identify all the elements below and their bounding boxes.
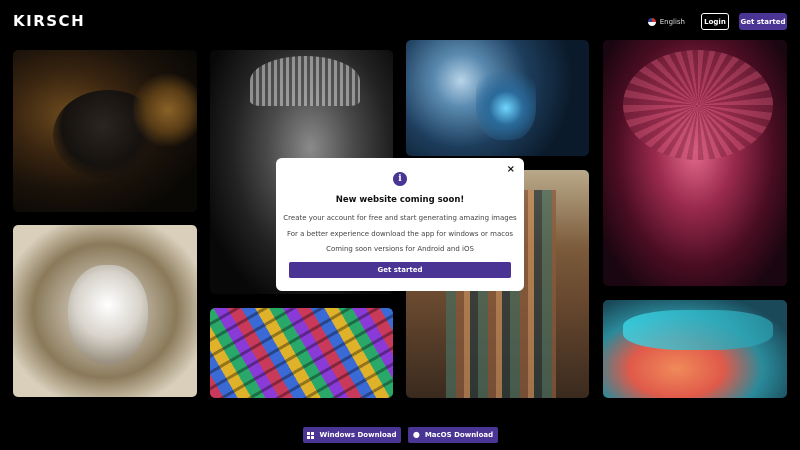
gallery-image-bee: [13, 50, 197, 212]
close-icon[interactable]: ×: [507, 164, 515, 176]
apple-icon: ●: [412, 430, 420, 439]
modal-text-line: For a better experience download the app…: [286, 230, 514, 238]
gallery-image-geisha: [603, 40, 787, 286]
macos-download-label: MacOS Download: [424, 431, 494, 439]
windows-download-button[interactable]: Windows Download: [303, 427, 401, 443]
gallery-image-knight: [406, 40, 589, 156]
info-icon: i: [393, 172, 407, 186]
gallery-image-houses: [210, 308, 393, 398]
modal-title: New website coming soon!: [335, 195, 465, 205]
gallery-image-wolf: [13, 225, 197, 397]
flag-icon: [647, 17, 656, 26]
logo[interactable]: KIRSCH: [13, 12, 85, 30]
modal-get-started-button[interactable]: Get started: [289, 262, 511, 278]
header-actions: English Login Get started: [647, 13, 787, 30]
gallery-image-anime: [603, 300, 787, 398]
modal-text-line: Coming soon versions for Android and iOS: [326, 245, 474, 253]
macos-download-button[interactable]: ● MacOS Download: [408, 427, 498, 443]
announcement-modal: × i New website coming soon! Create your…: [276, 158, 524, 291]
modal-text-line: Create your account for free and start g…: [283, 214, 517, 222]
login-button[interactable]: Login: [701, 13, 729, 30]
windows-icon: [307, 431, 315, 439]
header-get-started-button[interactable]: Get started: [739, 13, 787, 30]
language-label: English: [659, 17, 685, 26]
language-selector[interactable]: English: [647, 17, 685, 26]
windows-download-label: Windows Download: [319, 431, 397, 439]
